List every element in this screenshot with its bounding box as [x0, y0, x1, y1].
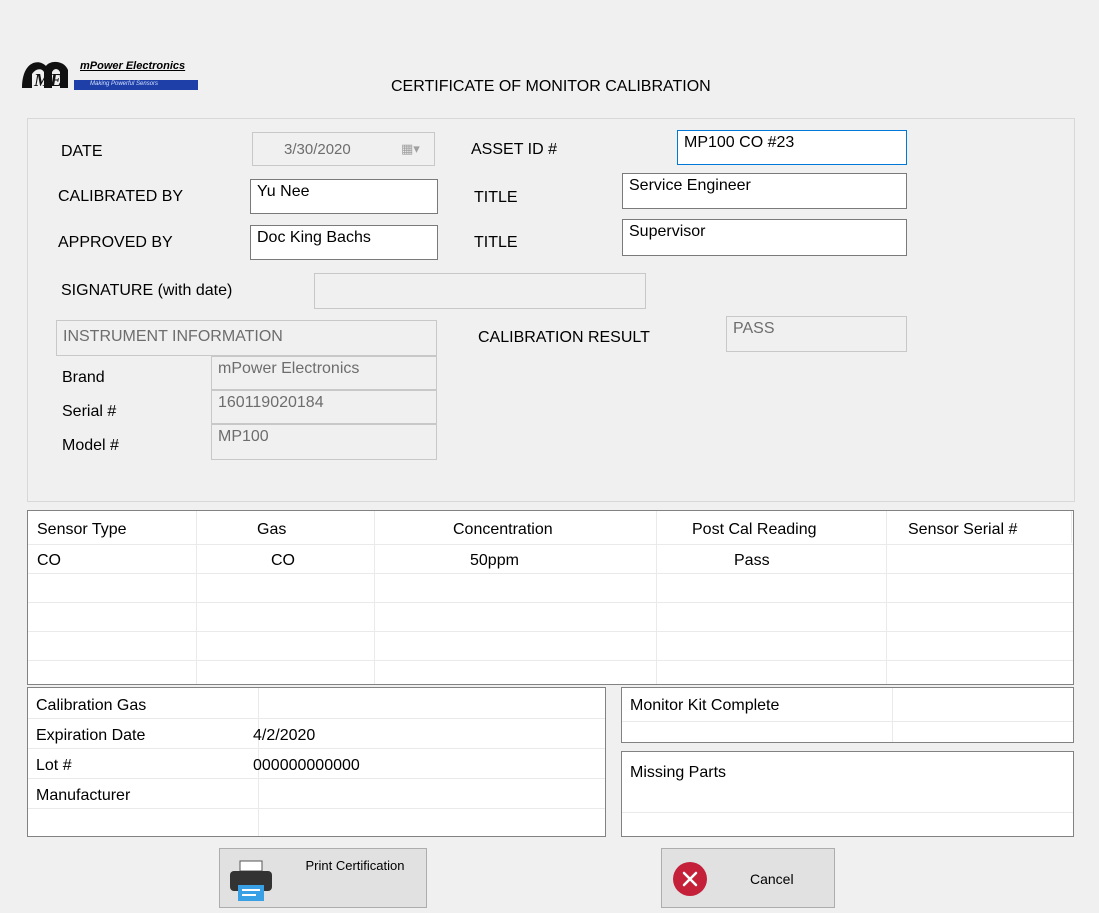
- brand-label: Brand: [62, 369, 105, 386]
- title2-input[interactable]: Supervisor: [622, 219, 907, 256]
- calibration-result-label: CALIBRATION RESULT: [478, 329, 650, 346]
- lot-value[interactable]: 000000000000: [253, 757, 360, 775]
- calibration-gas-table[interactable]: Calibration Gas Expiration Date 4/2/2020…: [27, 687, 606, 837]
- calibrated-by-label: CALIBRATED BY: [58, 188, 184, 205]
- row-divider: [28, 778, 605, 779]
- print-button-label: Print Certification: [305, 858, 405, 873]
- table-cell[interactable]: 50ppm: [470, 552, 519, 570]
- sensor-table[interactable]: Sensor Type Gas Concentration Post Cal R…: [27, 510, 1074, 685]
- row-divider: [28, 631, 1073, 632]
- calendar-dropdown-icon[interactable]: ▦▾: [401, 141, 420, 157]
- cancel-button[interactable]: Cancel: [661, 848, 835, 908]
- date-value: 3/30/2020: [284, 141, 351, 158]
- row-divider: [28, 748, 605, 749]
- column-divider: [886, 511, 887, 684]
- row-divider: [28, 660, 1073, 661]
- missing-parts-table[interactable]: Missing Parts: [621, 751, 1074, 837]
- calibrated-by-input[interactable]: Yu Nee: [250, 179, 438, 214]
- table-cell[interactable]: Pass: [734, 552, 770, 570]
- model-label: Model #: [62, 437, 119, 454]
- asset-id-input[interactable]: MP100 CO #23: [677, 130, 907, 165]
- print-certification-button[interactable]: Print Certification: [219, 848, 427, 908]
- signature-label: SIGNATURE (with date): [61, 282, 233, 299]
- missing-parts-label: Missing Parts: [630, 764, 727, 781]
- sensor-table-header: Gas: [257, 521, 287, 538]
- title1-input[interactable]: Service Engineer: [622, 173, 907, 209]
- certificate-info-panel: [27, 118, 1075, 502]
- row-divider: [28, 808, 605, 809]
- date-label: DATE: [61, 143, 103, 160]
- cancel-button-label: Cancel: [750, 871, 794, 887]
- sensor-table-header: Concentration: [453, 521, 553, 538]
- title1-label: TITLE: [474, 189, 518, 206]
- sensor-table-header: Sensor Serial #: [908, 521, 1018, 538]
- serial-value: 160119020184: [211, 390, 437, 424]
- brand-value: mPower Electronics: [211, 356, 437, 390]
- expiration-date-value[interactable]: 4/2/2020: [253, 727, 315, 745]
- cal-gas-label: Calibration Gas: [36, 697, 147, 714]
- table-cell[interactable]: CO: [271, 552, 295, 570]
- monitor-kit-label: Monitor Kit Complete: [630, 697, 780, 714]
- sensor-table-header: Post Cal Reading: [692, 521, 817, 538]
- sensor-table-header: Sensor Type: [37, 521, 127, 538]
- cancel-icon: [673, 862, 707, 896]
- column-divider: [892, 688, 893, 742]
- column-divider: [656, 511, 657, 684]
- logo-tagline-text: Making Powerful Sensors: [90, 81, 159, 87]
- row-divider: [622, 812, 1073, 813]
- manufacturer-label: Manufacturer: [36, 787, 131, 804]
- company-logo: ME mPower Electronics Making Powerful Se…: [20, 56, 198, 92]
- title2-label: TITLE: [474, 234, 518, 251]
- row-divider: [28, 573, 1073, 574]
- date-picker[interactable]: 3/30/2020 ▦▾: [252, 132, 435, 166]
- monitor-kit-table[interactable]: Monitor Kit Complete: [621, 687, 1074, 743]
- model-value: MP100: [211, 424, 437, 460]
- column-divider: [196, 511, 197, 684]
- row-divider: [622, 721, 1073, 722]
- logo-brand-text: mPower Electronics: [80, 60, 186, 72]
- lot-label: Lot #: [36, 757, 72, 774]
- page-title: CERTIFICATE OF MONITOR CALIBRATION: [391, 78, 711, 95]
- row-divider: [28, 718, 605, 719]
- signature-input[interactable]: [314, 273, 646, 309]
- asset-id-label: ASSET ID #: [471, 141, 557, 158]
- row-divider: [28, 602, 1073, 603]
- printer-icon: [230, 860, 272, 901]
- serial-label: Serial #: [62, 403, 117, 420]
- column-divider: [1071, 511, 1072, 543]
- calibration-result-value: PASS: [726, 316, 907, 352]
- approved-by-label: APPROVED BY: [58, 234, 173, 251]
- column-divider: [374, 511, 375, 684]
- approved-by-input[interactable]: Doc King Bachs: [250, 225, 438, 260]
- table-cell[interactable]: CO: [37, 552, 61, 570]
- instrument-info-header: INSTRUMENT INFORMATION: [56, 320, 437, 356]
- expiration-date-label: Expiration Date: [36, 727, 146, 744]
- svg-text:ME: ME: [33, 70, 62, 90]
- row-divider: [28, 544, 1073, 545]
